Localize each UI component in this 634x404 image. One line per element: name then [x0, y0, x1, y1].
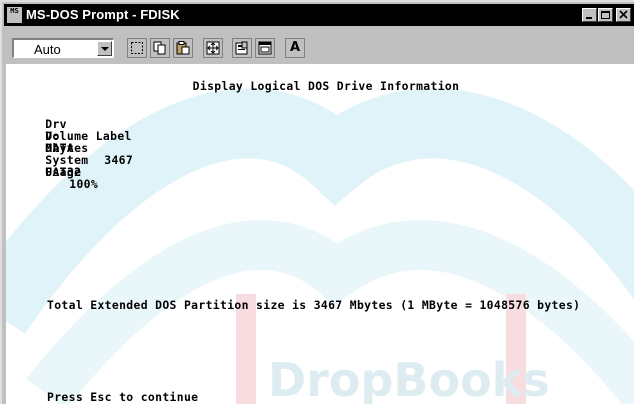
- toolbar: Auto A: [4, 27, 634, 63]
- fullscreen-icon: [206, 41, 220, 55]
- esc-key: Esc: [90, 390, 112, 404]
- title-bar[interactable]: MS MS-DOS Prompt - FDISK: [4, 4, 634, 26]
- watermark-text: DropBooks: [268, 353, 550, 404]
- total-prefix: Total Extended DOS Partition size is: [47, 298, 314, 312]
- total-value: 3467: [313, 298, 343, 312]
- row-mbytes: 3467: [104, 153, 134, 167]
- background-button[interactable]: [255, 38, 275, 58]
- font-icon: A: [289, 40, 301, 55]
- mark-icon: [131, 42, 143, 54]
- continue-prompt: Press Esc to continue: [47, 391, 198, 403]
- maximize-icon: [601, 11, 610, 19]
- close-button[interactable]: [616, 8, 631, 22]
- properties-button[interactable]: [232, 38, 252, 58]
- chevron-down-icon[interactable]: [97, 41, 112, 56]
- prompt-prefix: Press: [47, 390, 91, 404]
- row-usage: 100%: [69, 177, 99, 191]
- table-row: D: DATA 3467 FAT32 100%: [6, 118, 133, 202]
- prompt-suffix: to continue: [111, 390, 199, 404]
- minimize-icon: [586, 17, 592, 19]
- copy-button[interactable]: [150, 38, 170, 58]
- mark-button[interactable]: [127, 38, 147, 58]
- font-size-select[interactable]: Auto: [12, 38, 114, 58]
- total-suffix: Mbytes (1 MByte = 1048576 bytes): [342, 298, 581, 312]
- console-screen[interactable]: DropBooks Display Logical DOS Drive Info…: [6, 64, 634, 404]
- copy-icon: [153, 41, 166, 55]
- fullscreen-button[interactable]: [203, 38, 223, 58]
- total-partition-line: Total Extended DOS Partition size is 346…: [47, 299, 580, 311]
- console-heading: Display Logical DOS Drive Information: [192, 79, 460, 93]
- background-icon: [258, 41, 272, 55]
- paste-button[interactable]: [173, 38, 193, 58]
- maximize-button[interactable]: [598, 8, 613, 22]
- font-size-value: Auto: [34, 42, 61, 57]
- close-icon: [619, 10, 628, 19]
- properties-icon: [235, 41, 248, 55]
- paste-icon: [176, 41, 190, 55]
- window-title: MS-DOS Prompt - FDISK: [26, 7, 180, 22]
- font-button[interactable]: A: [285, 38, 305, 58]
- ms-dos-app-icon[interactable]: MS: [7, 7, 22, 23]
- row-label: DATA: [45, 141, 75, 155]
- minimize-button[interactable]: [582, 8, 597, 22]
- ms-dos-window: MS MS-DOS Prompt - FDISK Auto A DropBook…: [0, 0, 634, 404]
